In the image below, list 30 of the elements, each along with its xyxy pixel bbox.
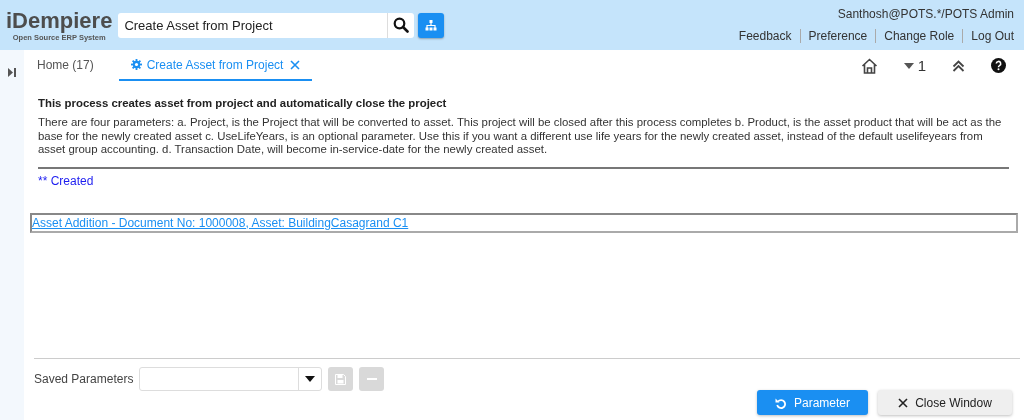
home-icon[interactable] <box>860 57 878 74</box>
close-icon <box>290 59 301 70</box>
saved-parameters-label: Saved Parameters <box>34 372 134 386</box>
header-link[interactable]: Feedback <box>738 29 792 43</box>
header-link[interactable]: Change Role <box>884 29 955 43</box>
save-icon <box>335 373 347 385</box>
search-button[interactable] <box>387 12 415 38</box>
search-icon <box>393 17 410 33</box>
process-description: There are four parameters: a. Project, is the Project that will be converted to asset. This project will be closed after this process completes b. Product, is the asset product that will be act as the base for the newly created asset c. UseLifeYears, is an optional parameter. Use this if you want a different use life years for the newly created asset, instead of the default uselifeyears from asset group accounting. d. Transaction Date, will become in-service-date for the newly created asset. <box>38 116 1003 157</box>
close-window-button[interactable]: Close Window <box>878 390 1012 415</box>
result-link[interactable]: Asset Addition - Document No: 1000008, Asset: BuildingCasagrand C1 <box>32 215 409 230</box>
help-icon[interactable] <box>991 58 1006 73</box>
collapse-icon[interactable] <box>952 59 965 72</box>
header-link[interactable]: Preference <box>808 29 868 43</box>
caret-down-icon <box>903 62 914 69</box>
tab[interactable]: Home (17) <box>25 50 118 81</box>
close-tab-button[interactable] <box>290 59 301 70</box>
header-link[interactable]: Log Out <box>971 29 1014 43</box>
close-icon <box>898 397 909 408</box>
dropdown-count-button[interactable]: 1 <box>903 57 926 74</box>
minus-icon <box>366 378 377 380</box>
process-title: This process creates asset from project and automatically close the project <box>38 97 448 109</box>
status-message: ** Created <box>38 173 95 188</box>
search-field[interactable]: Create Asset from Project <box>118 12 388 38</box>
user-name: Santhosh@POTS.*/POTS Admin <box>837 7 1014 21</box>
dropdown-icon <box>305 376 316 382</box>
gear-icon <box>130 59 142 70</box>
sitemap-icon <box>425 19 438 31</box>
expand-icon[interactable] <box>8 68 16 77</box>
undo-icon <box>775 396 787 409</box>
